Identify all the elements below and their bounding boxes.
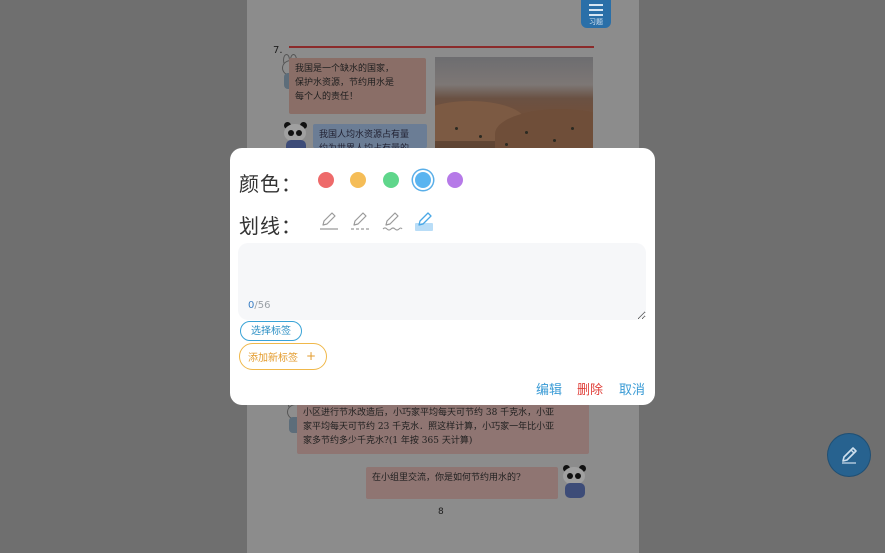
annotation-dialog: 颜色： 划线： 0/56 选择标签 添加新标签 + 编辑 删除 取消: [230, 148, 655, 405]
pencil-wavy-icon: [382, 212, 403, 231]
annotate-fab[interactable]: [828, 434, 870, 476]
speech-bubble-2: 我国人均水资源占有量 约为世界人均占有量的: [313, 124, 427, 148]
add-tag-label: 添加新标签: [248, 353, 298, 364]
page-number: 8: [438, 507, 444, 517]
character-counter: 0/56: [248, 300, 270, 311]
panda-character-2: [560, 465, 590, 499]
color-swatch-2[interactable]: [350, 172, 366, 188]
note-input[interactable]: [238, 243, 646, 320]
pencil-dashed-icon: [351, 212, 369, 230]
color-swatch-1[interactable]: [318, 172, 334, 188]
underline-wavy-option[interactable]: [381, 208, 403, 234]
delete-button[interactable]: 删除: [577, 379, 603, 398]
speech-bubble-4: 在小组里交流，你是如何节约用水的?: [366, 467, 558, 499]
underline-label: 划线：: [239, 214, 302, 238]
color-label: 颜色：: [239, 172, 302, 196]
add-tag-button[interactable]: 添加新标签 +: [239, 343, 328, 370]
select-tag-button[interactable]: 选择标签: [240, 321, 302, 341]
section-divider: [289, 46, 594, 48]
speech-bubble-1: 我国是一个缺水的国家， 保护水资源，节约用水是 每个人的责任！: [289, 58, 426, 114]
pen-icon: [842, 447, 857, 464]
desert-photo: [435, 57, 593, 149]
underline-highlight-option[interactable]: [414, 208, 436, 234]
list-icon: [589, 4, 603, 16]
counter-max: /56: [254, 300, 271, 311]
highlighter-icon: [415, 212, 433, 231]
exercise-button-label: 习题: [589, 18, 603, 26]
plus-icon: +: [306, 349, 317, 363]
edit-button[interactable]: 编辑: [536, 379, 562, 398]
pencil-solid-icon: [320, 212, 338, 230]
color-swatch-5[interactable]: [447, 172, 463, 188]
underline-dashed-option[interactable]: [349, 208, 371, 234]
exercise-button[interactable]: 习题: [581, 0, 611, 28]
speech-bubble-3: 小区进行节水改造后，小巧家平均每天可节约 38 千克水，小亚 家平均每天可节约 …: [297, 404, 589, 454]
color-swatch-4[interactable]: [415, 172, 431, 188]
cancel-button[interactable]: 取消: [619, 379, 645, 398]
underline-solid-option[interactable]: [318, 208, 340, 234]
color-swatch-3[interactable]: [383, 172, 399, 188]
